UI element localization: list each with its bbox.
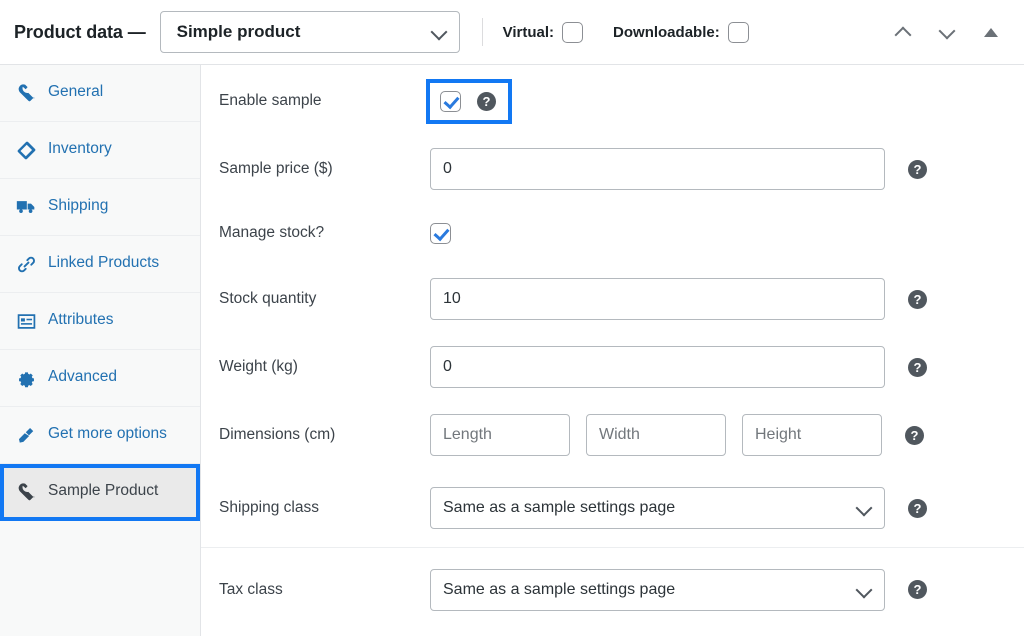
truck-icon: [16, 197, 36, 217]
sample-price-label: Sample price ($): [219, 160, 333, 177]
sidebar-item-advanced[interactable]: Advanced: [0, 350, 200, 407]
product-type-value: Simple product: [176, 22, 301, 41]
inventory-icon: [16, 140, 36, 160]
attributes-icon: [16, 311, 36, 331]
downloadable-checkbox[interactable]: [727, 21, 749, 43]
virtual-label: Virtual:: [502, 23, 555, 41]
sidebar-item-general[interactable]: General: [0, 65, 200, 122]
help-icon[interactable]: ?: [908, 289, 927, 309]
field-enable-sample: Enable sample ?: [201, 65, 1024, 137]
dimensions-label: Dimensions (cm): [219, 426, 336, 443]
sidebar-item-label: Inventory: [48, 140, 112, 157]
virtual-field: Virtual:: [502, 21, 584, 43]
weight-input[interactable]: [430, 346, 885, 388]
stock-quantity-label: Stock quantity: [219, 290, 317, 307]
page-title: Product data —: [14, 21, 146, 42]
enable-sample-focus-ring: ?: [426, 78, 512, 124]
help-icon[interactable]: ?: [905, 425, 924, 445]
product-data-form: Enable sample ? Sample price ($) ? Manag…: [201, 65, 1024, 636]
collapse-icon[interactable]: [980, 21, 1002, 43]
chevron-down-icon: [856, 582, 872, 598]
plug-icon: [16, 425, 36, 445]
sidebar-item-attributes[interactable]: Attributes: [0, 293, 200, 350]
sidebar-item-get-more-options[interactable]: Get more options: [0, 407, 200, 464]
stock-quantity-input[interactable]: [430, 278, 885, 320]
downloadable-label: Downloadable:: [613, 23, 720, 41]
enable-sample-checkbox[interactable]: [440, 90, 461, 112]
sidebar-item-label: Get more options: [48, 425, 167, 442]
field-tax-class: Tax class Same as a sample settings page…: [201, 547, 1024, 631]
dimensions-width-input[interactable]: [586, 414, 726, 456]
downloadable-field: Downloadable:: [613, 21, 749, 43]
dimensions-height-input[interactable]: [742, 414, 882, 456]
sidebar-item-label: General: [48, 83, 104, 100]
sidebar-item-inventory[interactable]: Inventory: [0, 122, 200, 179]
header-controls: [892, 21, 1006, 43]
help-icon[interactable]: ?: [908, 357, 927, 377]
wrench-icon: [16, 482, 36, 502]
help-icon[interactable]: ?: [908, 580, 927, 599]
link-icon: [16, 254, 36, 274]
manage-stock-label: Manage stock?: [219, 224, 325, 241]
field-dimensions: Dimensions (cm) ?: [201, 401, 1024, 469]
sidebar-item-label: Advanced: [48, 368, 117, 385]
sidebar-item-label: Shipping: [48, 197, 109, 214]
shipping-class-value: Same as a sample settings page: [443, 499, 676, 516]
sidebar-item-sample-product[interactable]: Sample Product: [0, 464, 200, 521]
help-icon[interactable]: ?: [908, 498, 927, 518]
chevron-down-icon: [431, 24, 447, 40]
sidebar-item-label: Sample Product: [48, 482, 159, 499]
panel-body: General Inventory Shipping Linked Produc…: [0, 65, 1024, 636]
shipping-class-label: Shipping class: [219, 499, 319, 516]
chevron-down-icon: [856, 500, 872, 516]
sidebar-item-linked-products[interactable]: Linked Products: [0, 236, 200, 293]
dimensions-length-input[interactable]: [430, 414, 570, 456]
field-shipping-class: Shipping class Same as a sample settings…: [201, 469, 1024, 547]
help-icon[interactable]: ?: [477, 91, 496, 111]
tax-class-value: Same as a sample settings page: [443, 580, 676, 598]
manage-stock-checkbox[interactable]: [430, 222, 451, 244]
move-down-icon[interactable]: [936, 21, 958, 43]
shipping-class-select[interactable]: Same as a sample settings page: [430, 487, 885, 529]
product-type-select[interactable]: Simple product: [159, 11, 460, 53]
tax-class-label: Tax class: [219, 580, 283, 598]
field-sample-price: Sample price ($) ?: [201, 137, 1024, 201]
move-up-icon[interactable]: [892, 21, 914, 43]
sample-price-input[interactable]: [430, 148, 885, 190]
tax-class-select[interactable]: Same as a sample settings page: [430, 568, 885, 611]
wrench-icon: [16, 83, 36, 103]
virtual-checkbox[interactable]: [562, 21, 584, 43]
help-icon[interactable]: ?: [908, 159, 927, 179]
field-manage-stock: Manage stock?: [201, 201, 1024, 265]
field-stock-quantity: Stock quantity ?: [201, 265, 1024, 333]
enable-sample-label: Enable sample: [219, 92, 322, 109]
header-divider: [481, 18, 483, 46]
weight-label: Weight (kg): [219, 358, 298, 375]
panel-header: Product data — Simple product Virtual: D…: [0, 0, 1024, 65]
product-data-panel: Product data — Simple product Virtual: D…: [0, 0, 1024, 636]
gear-icon: [16, 368, 36, 388]
field-weight: Weight (kg) ?: [201, 333, 1024, 401]
sidebar-item-label: Attributes: [48, 311, 114, 328]
product-data-tabs: General Inventory Shipping Linked Produc…: [0, 65, 201, 636]
sidebar-item-label: Linked Products: [48, 254, 160, 271]
sidebar-item-shipping[interactable]: Shipping: [0, 179, 200, 236]
